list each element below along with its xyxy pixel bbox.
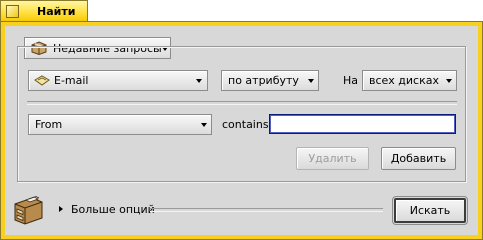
add-button[interactable]: Добавить [381,147,456,170]
volume-menu[interactable]: всех дисках [362,70,457,91]
close-button[interactable] [6,5,19,18]
chevron-down-icon [201,123,207,127]
file-cabinet-icon [14,196,43,225]
email-icon [34,75,50,86]
chevron-down-icon [308,79,314,83]
remove-button[interactable]: Удалить [296,147,369,170]
file-type-menu[interactable]: E-mail [28,70,208,91]
window-title: Найти [37,5,76,18]
search-button[interactable]: Искать [392,196,468,225]
search-by-menu[interactable]: по атрибуту [221,70,319,91]
file-type-value: E-mail [54,74,89,87]
attribute-menu[interactable]: From [28,114,212,135]
divider [27,101,457,105]
volume-value: всех дисках [369,74,440,87]
attribute-value-input[interactable] [269,114,456,134]
chevron-down-icon [446,79,452,83]
divider [150,208,383,212]
more-options-toggle[interactable]: Больше опций [58,203,158,217]
volume-label: На [343,74,359,87]
chevron-down-icon [196,79,202,83]
window-tab[interactable]: Найти [0,0,88,22]
disclosure-triangle-icon [59,206,63,212]
more-options-label: Больше опций [71,203,155,216]
operator-label: contains [222,118,269,131]
attribute-value: From [35,118,63,131]
search-by-value: по атрибуту [228,74,299,87]
